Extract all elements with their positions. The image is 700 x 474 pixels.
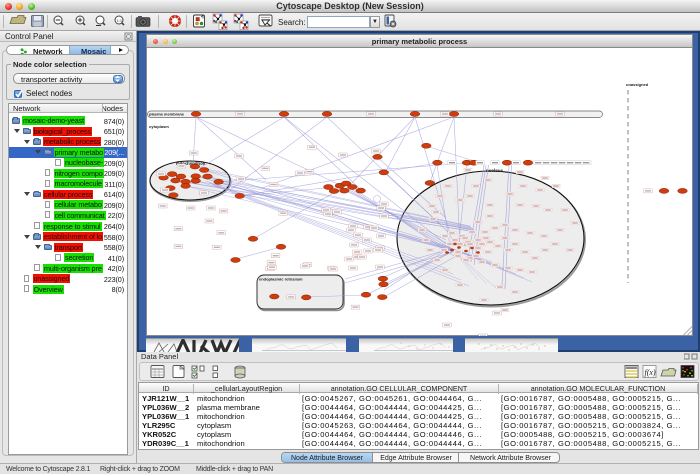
svg-text:1:1: 1:1 bbox=[117, 18, 123, 23]
svg-text:f(x): f(x) bbox=[645, 368, 656, 377]
svg-text:nucleus: nucleus bbox=[486, 168, 504, 173]
svg-text:unassigned: unassigned bbox=[626, 82, 649, 87]
svg-text:plasma membrane: plasma membrane bbox=[149, 112, 185, 117]
svg-text:cytoplasm: cytoplasm bbox=[149, 124, 169, 129]
svg-text:endoplasmic reticulum: endoplasmic reticulum bbox=[259, 277, 303, 282]
